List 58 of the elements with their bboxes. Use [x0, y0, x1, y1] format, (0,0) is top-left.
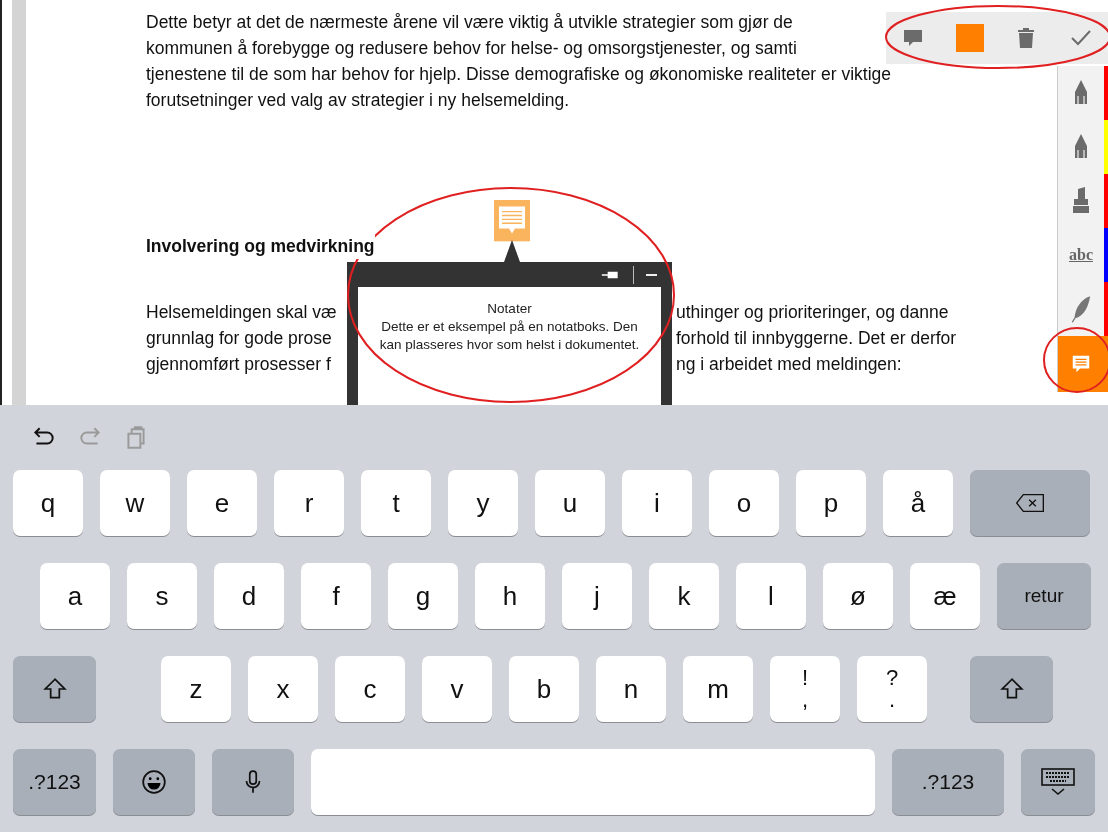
numbers-key[interactable]: .?123 [892, 749, 1004, 815]
highlighter-icon [1070, 186, 1092, 216]
document-text-line: gjennomført prosesser f [146, 353, 332, 376]
letter-key[interactable]: i [622, 470, 692, 536]
letter-key[interactable]: r [274, 470, 344, 536]
document-text-line: Helsemeldingen skal væ [146, 301, 338, 324]
letter-key[interactable]: q [13, 470, 83, 536]
return-key[interactable]: retur [997, 563, 1091, 629]
document-heading: Involvering og medvirkning [146, 233, 375, 259]
letter-key[interactable]: g [388, 563, 458, 629]
letter-key[interactable]: c [335, 656, 405, 722]
microphone-key[interactable] [212, 749, 294, 815]
letter-key[interactable]: h [475, 563, 545, 629]
letter-key[interactable]: d [214, 563, 284, 629]
letter-key[interactable]: k [649, 563, 719, 629]
letter-key[interactable]: z [161, 656, 231, 722]
letter-key[interactable]: l [736, 563, 806, 629]
note-marker-icon[interactable] [494, 200, 530, 262]
keyboard-icon [1040, 767, 1076, 797]
letter-key[interactable]: j [562, 563, 632, 629]
letter-key[interactable]: n [596, 656, 666, 722]
note-title: Notater [486, 300, 533, 318]
letter-key[interactable]: æ [910, 563, 980, 629]
feather-icon [1070, 294, 1092, 324]
document-text-line: Dette betyr at det de nærmeste årene vil være viktig å utvikle strategier som gjør de [146, 11, 793, 34]
smiley-icon [139, 769, 169, 795]
letter-key[interactable]: x [248, 656, 318, 722]
shift-key[interactable] [970, 656, 1053, 722]
hide-keyboard-key[interactable] [1021, 749, 1095, 815]
letter-key[interactable]: u [535, 470, 605, 536]
letter-key[interactable]: t [361, 470, 431, 536]
letter-key[interactable]: m [683, 656, 753, 722]
color-swatch[interactable] [955, 24, 984, 52]
letter-key[interactable]: o [709, 470, 779, 536]
numbers-key[interactable]: .?123 [13, 749, 96, 815]
letter-key[interactable]: v [422, 656, 492, 722]
punctuation-key[interactable]: ! , [770, 656, 840, 722]
letter-key[interactable]: e [187, 470, 257, 536]
letter-key[interactable]: f [301, 563, 371, 629]
tool-item[interactable] [1058, 336, 1108, 392]
document-text-line: forutsetninger ved valg av strategier i ny helsemelding. [146, 89, 570, 112]
note-text: Dette er et eksempel på en notatboks. Den kan plasseres hvor som helst i dokumentet. [378, 318, 641, 354]
letter-key[interactable]: a [40, 563, 110, 629]
tool-item[interactable]: abc [1058, 228, 1108, 282]
letter-key[interactable]: å [883, 470, 953, 536]
letter-key[interactable]: w [100, 470, 170, 536]
punctuation-key[interactable]: ? . [857, 656, 927, 722]
pin-icon[interactable] [601, 269, 621, 280]
letter-key[interactable]: p [796, 470, 866, 536]
letter-key[interactable]: y [448, 470, 518, 536]
emoji-key[interactable] [113, 749, 195, 815]
document-text-line: kommunen å forebygge og redusere behov for helse- og omsorgstjenester, og samti [146, 37, 797, 60]
shift-key[interactable] [13, 656, 96, 722]
document-text-line: grunnlag for gode prose [146, 327, 333, 350]
letter-key[interactable]: b [509, 656, 579, 722]
letter-key[interactable]: ø [823, 563, 893, 629]
document-text-line: tjenestene til de som har behov for hjelp. Disse demografiske og økonomiske realiteter er viktige [146, 63, 892, 86]
letter-key[interactable]: s [127, 563, 197, 629]
